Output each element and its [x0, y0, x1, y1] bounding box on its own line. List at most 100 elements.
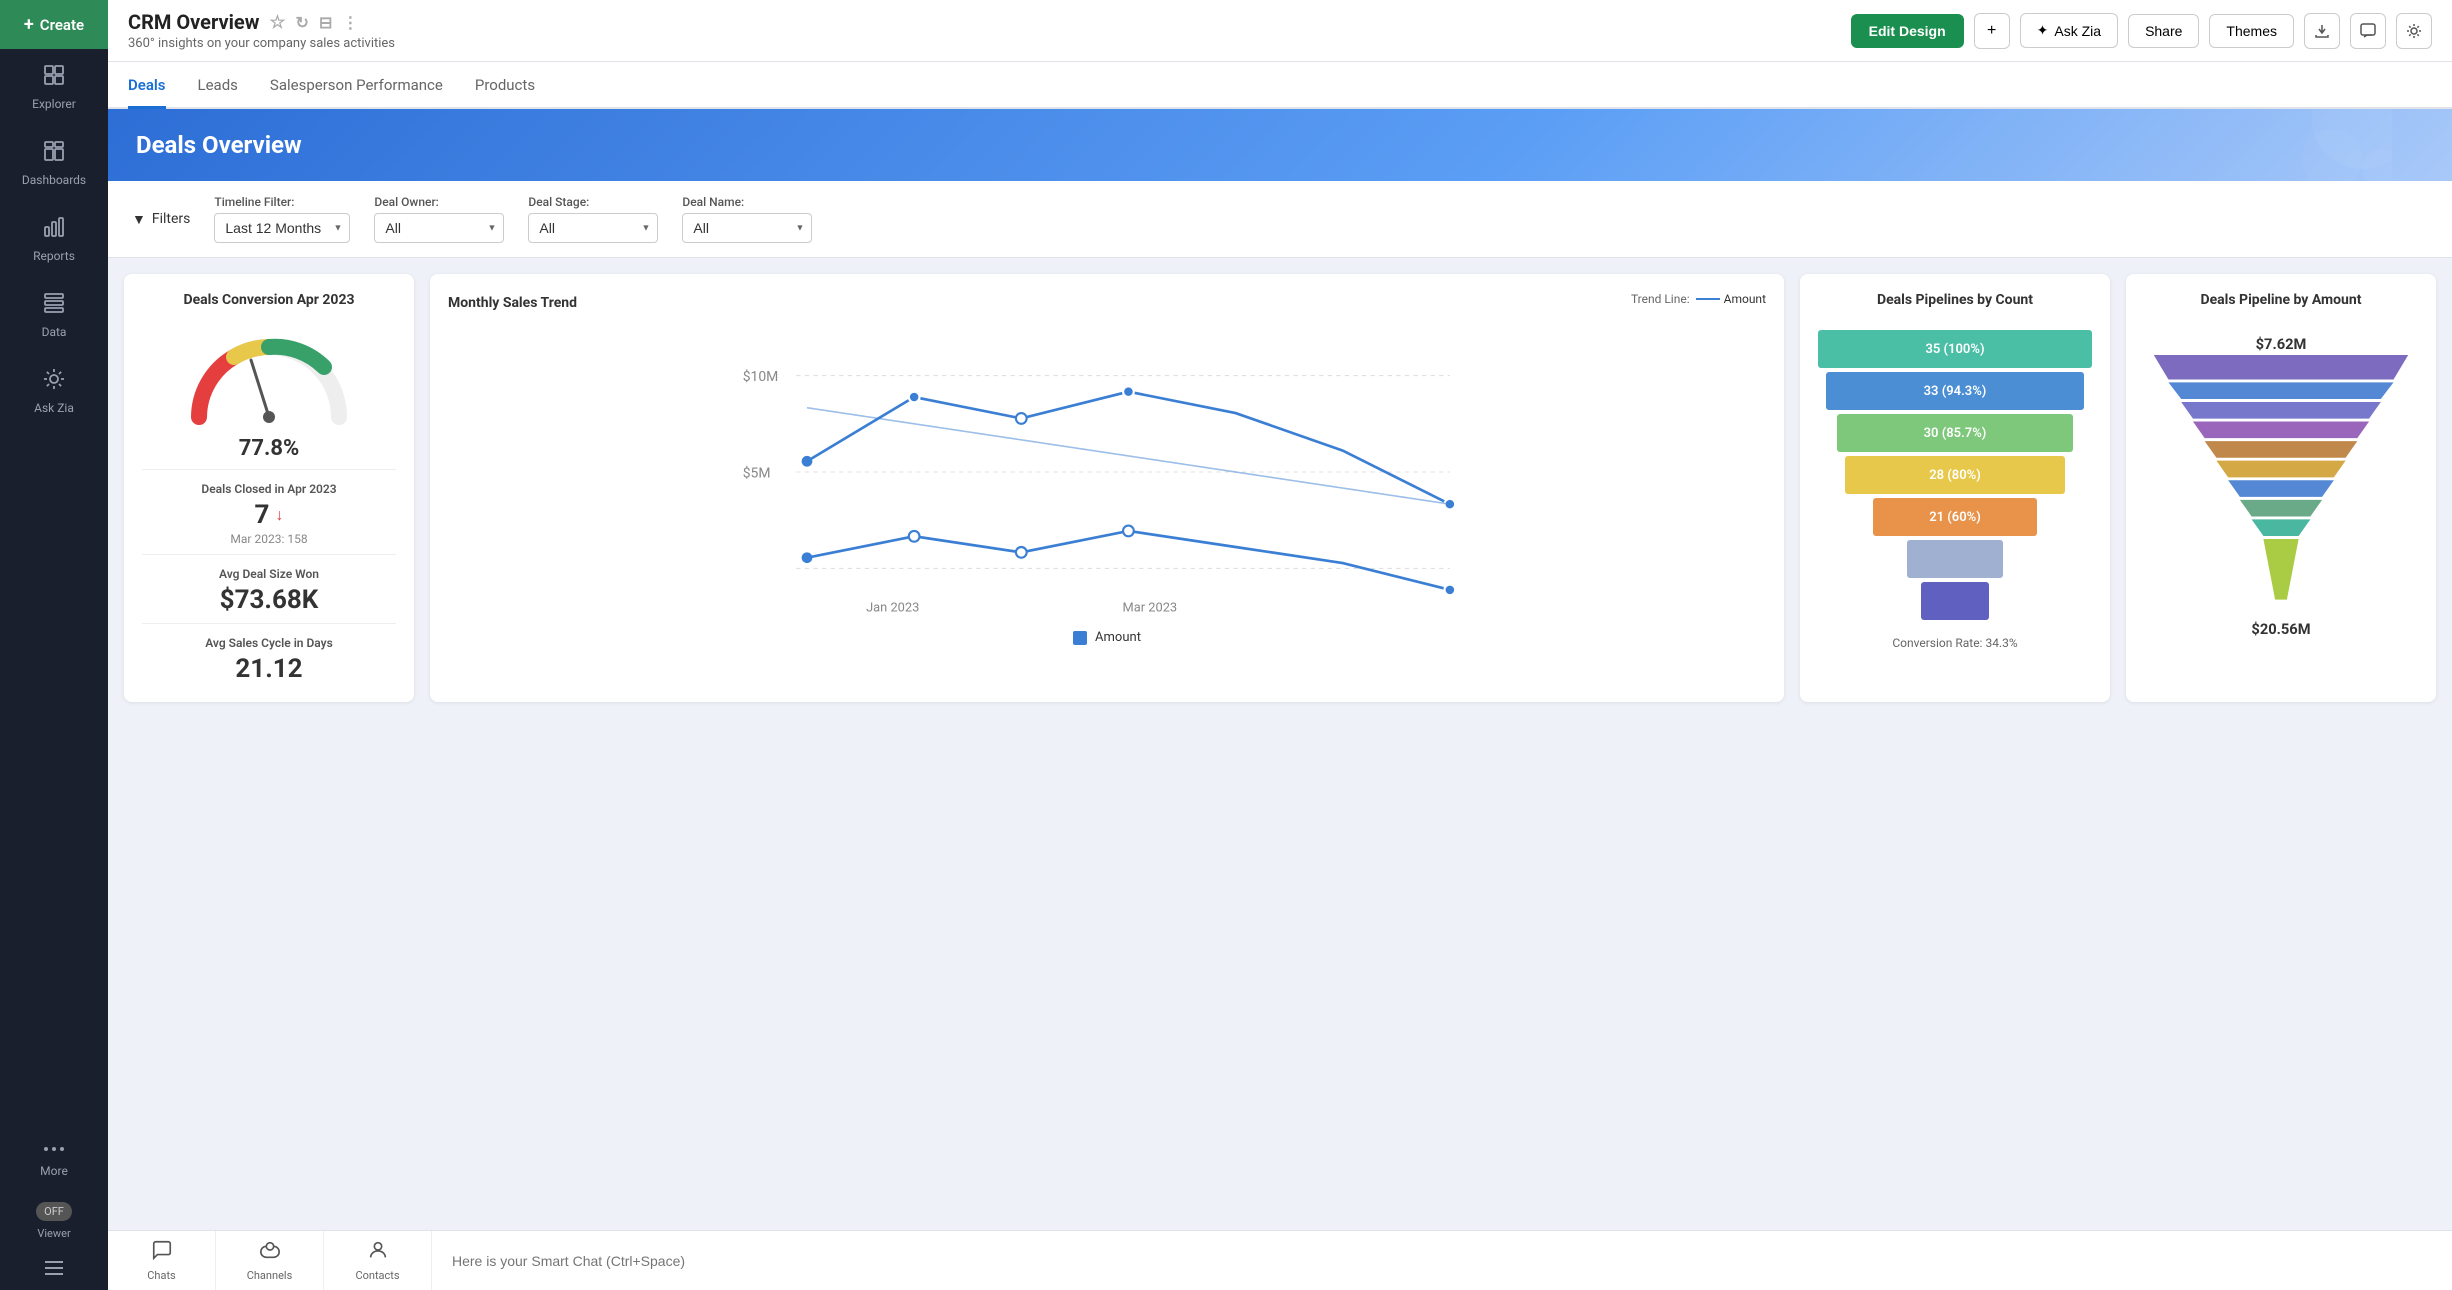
- tab-salesperson-performance[interactable]: Salesperson Performance: [270, 62, 443, 109]
- timeline-filter-group: Timeline Filter: Last 12 Months Last 6 M…: [214, 195, 350, 243]
- sidebar-item-ask-zia[interactable]: Ask Zia: [0, 353, 108, 429]
- funnel-bar-4: 21 (60%): [1873, 498, 2037, 536]
- timeline-filter-select[interactable]: Last 12 Months Last 6 Months This Month: [214, 213, 350, 243]
- gauge-value: 77.8%: [239, 436, 300, 461]
- bottom-chats[interactable]: Chats: [108, 1231, 216, 1290]
- explorer-icon: [42, 63, 66, 92]
- tabs-bar: Deals Leads Salesperson Performance Prod…: [108, 62, 2452, 109]
- sidebar-item-explorer[interactable]: Explorer: [0, 49, 108, 125]
- deal-name-select[interactable]: All: [682, 213, 812, 243]
- funnel-bar-6: [1921, 582, 1990, 620]
- star-icon[interactable]: ☆: [269, 12, 285, 33]
- title-area: CRM Overview ☆ ↻ ⊟ ⋮ 360° insights on yo…: [128, 10, 1839, 51]
- deals-conversion-card: Deals Conversion Apr 2023: [124, 274, 414, 702]
- avg-sales-cycle-section: Avg Sales Cycle in Days 21.12: [142, 623, 396, 684]
- settings-button[interactable]: [2396, 13, 2432, 49]
- smart-chat-input[interactable]: [432, 1253, 2452, 1269]
- filters-label: Filters: [152, 211, 191, 227]
- add-button[interactable]: +: [1974, 13, 2010, 49]
- main-area: CRM Overview ☆ ↻ ⊟ ⋮ 360° insights on yo…: [108, 0, 2452, 1290]
- tab-products[interactable]: Products: [475, 62, 535, 109]
- hamburger-icon[interactable]: [0, 1250, 108, 1290]
- deals-closed-sub: Mar 2023: 158: [142, 532, 396, 546]
- topbar: CRM Overview ☆ ↻ ⊟ ⋮ 360° insights on yo…: [108, 0, 2452, 62]
- save-icon[interactable]: ⊟: [319, 13, 332, 32]
- edit-design-button[interactable]: Edit Design: [1851, 14, 1964, 48]
- dashboards-icon: [42, 139, 66, 168]
- trend-legend: Trend Line: Amount: [1631, 292, 1766, 306]
- avg-deal-size-label: Avg Deal Size Won: [142, 567, 396, 581]
- contacts-label: Contacts: [355, 1269, 399, 1282]
- data-icon: [42, 291, 66, 320]
- sidebar-item-data[interactable]: Data: [0, 277, 108, 353]
- avg-deal-size-section: Avg Deal Size Won $73.68K: [142, 554, 396, 615]
- export-button[interactable]: [2304, 13, 2340, 49]
- monthly-trend-title: Monthly Sales Trend: [448, 295, 577, 311]
- create-button[interactable]: + Create: [0, 0, 108, 49]
- funnel-bar-5: [1907, 540, 2003, 578]
- deal-stage-select-wrap: All: [528, 213, 658, 243]
- funnel-bar-3: 28 (80%): [1845, 456, 2064, 494]
- monthly-trend-card: Monthly Sales Trend Trend Line: Amount $…: [430, 274, 1784, 702]
- chart-legend-row: Amount: [448, 630, 1766, 645]
- svg-text:Jan 2023: Jan 2023: [866, 600, 919, 615]
- pipeline-amount-title: Deals Pipeline by Amount: [2144, 292, 2418, 308]
- tab-deals[interactable]: Deals: [128, 62, 166, 109]
- trend-line-icon: [1696, 298, 1720, 300]
- bottom-contacts[interactable]: Contacts: [324, 1231, 432, 1290]
- content-area: Deals Overview ▼ Filters Timeline Filter…: [108, 109, 2452, 1230]
- ask-zia-button[interactable]: ✦ Ask Zia: [2020, 13, 2118, 48]
- funnel-bar-0: 35 (100%): [1818, 330, 2092, 368]
- share-button[interactable]: Share: [2128, 14, 2199, 48]
- dashboard-grid: Deals Conversion Apr 2023: [108, 258, 2452, 718]
- gauge-chart: [179, 322, 359, 432]
- sidebar-item-dashboards[interactable]: Dashboards: [0, 125, 108, 201]
- viewer-toggle[interactable]: OFF: [36, 1202, 72, 1221]
- deals-closed-trend: ↓: [275, 505, 283, 525]
- avg-deal-size-value: $73.68K: [142, 585, 396, 615]
- deals-closed-value: 7: [255, 500, 270, 530]
- deal-owner-label: Deal Owner:: [374, 195, 504, 209]
- reports-icon: [42, 215, 66, 244]
- trend-chart-svg: $10M $5M: [448, 322, 1766, 622]
- pipelines-count-card: Deals Pipelines by Count 35 (100%) 33 (9…: [1800, 274, 2110, 702]
- gauge-container: 77.8%: [142, 322, 396, 461]
- deal-name-select-wrap: All: [682, 213, 812, 243]
- deal-stage-filter-group: Deal Stage: All: [528, 195, 658, 243]
- tab-leads[interactable]: Leads: [198, 62, 238, 109]
- amount-legend-label: Amount: [1095, 630, 1141, 645]
- channels-icon: [259, 1239, 281, 1266]
- deal-owner-filter-group: Deal Owner: All: [374, 195, 504, 243]
- deal-stage-select[interactable]: All: [528, 213, 658, 243]
- trend-line-label: Trend Line:: [1631, 292, 1690, 306]
- avg-sales-cycle-label: Avg Sales Cycle in Days: [142, 636, 396, 650]
- funnel-container: 35 (100%) 33 (94.3%) 30 (85.7%) 28 (80%)…: [1818, 322, 2092, 628]
- svg-text:Mar 2023: Mar 2023: [1123, 600, 1178, 615]
- funnel-bar-2: 30 (85.7%): [1837, 414, 2073, 452]
- svg-text:$7.62M: $7.62M: [2256, 335, 2307, 353]
- bottom-bar: Chats Channels Contacts: [108, 1230, 2452, 1290]
- pipelines-count-title: Deals Pipelines by Count: [1818, 292, 2092, 308]
- comment-button[interactable]: [2350, 13, 2386, 49]
- filters-bar: ▼ Filters Timeline Filter: Last 12 Month…: [108, 181, 2452, 258]
- more-options-icon[interactable]: ⋮: [342, 13, 358, 32]
- deals-closed-section: Deals Closed in Apr 2023 7 ↓ Mar 2023: 1…: [142, 469, 396, 546]
- sidebar-item-more[interactable]: More: [0, 1121, 108, 1192]
- bottom-channels[interactable]: Channels: [216, 1231, 324, 1290]
- deal-stage-label: Deal Stage:: [528, 195, 658, 209]
- deal-owner-select[interactable]: All: [374, 213, 504, 243]
- timeline-select-wrap: Last 12 Months Last 6 Months This Month: [214, 213, 350, 243]
- svg-text:$5M: $5M: [743, 464, 771, 481]
- amount-checkbox-icon[interactable]: [1073, 631, 1087, 645]
- refresh-icon[interactable]: ↻: [296, 13, 309, 32]
- more-icon: [42, 1135, 66, 1159]
- pipeline-amount-svg: $7.62M $20.56M: [2144, 322, 2418, 662]
- deal-name-filter-group: Deal Name: All: [682, 195, 812, 243]
- viewer-section: OFF Viewer: [0, 1192, 108, 1250]
- filters-toggle[interactable]: ▼ Filters: [132, 211, 190, 228]
- deals-banner: Deals Overview: [108, 109, 2452, 181]
- sidebar-item-reports[interactable]: Reports: [0, 201, 108, 277]
- themes-button[interactable]: Themes: [2209, 14, 2294, 48]
- sidebar-bottom: More OFF Viewer: [0, 1121, 108, 1290]
- chevron-down-icon: ▼: [132, 211, 146, 228]
